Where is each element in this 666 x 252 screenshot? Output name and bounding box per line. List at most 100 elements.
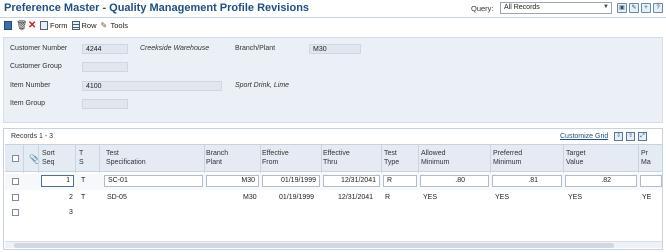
allowed-minimum-cell: YES [423, 194, 438, 201]
effective-from-input[interactable]: 01/19/1999 [262, 175, 320, 187]
col-ts[interactable]: T S [79, 149, 84, 167]
customer-number-field[interactable]: 4244 [82, 44, 128, 54]
item-number-label: Item Number [10, 82, 51, 89]
save-query-icon[interactable]: ▣ [617, 3, 627, 13]
effective-thru-cell: 12/31/2041 [338, 194, 374, 201]
branch-plant-input[interactable]: M30 [206, 175, 259, 187]
target-value-input[interactable]: .82 [565, 175, 637, 187]
table-row[interactable]: 3 [5, 206, 662, 222]
branch-plant-field[interactable]: M30 [309, 44, 361, 54]
grid-header-row: 📎 Sort Seq T S Test Specification Branch… [5, 144, 662, 173]
item-number-field[interactable]: 4100 [82, 81, 222, 91]
delete-button[interactable]: 🗑 [16, 20, 28, 30]
chevron-down-icon: ▼ [603, 4, 609, 10]
row-checkbox[interactable] [12, 209, 19, 216]
column-separator [638, 145, 639, 173]
row-checkbox[interactable] [12, 194, 19, 201]
effective-from-cell: 01/19/1999 [279, 194, 315, 201]
col-test-specification[interactable]: Test Specification [106, 149, 146, 167]
toolbar: 🗑 ✕ Form Row ✎ Tools [0, 19, 666, 32]
branch-plant-cell: M30 [243, 194, 257, 201]
grid-panel: Records 1 - 3 Customize Grid ⇩ ⇧ ⤢ 📎 Sor… [3, 128, 663, 250]
column-separator [75, 145, 76, 173]
save-button[interactable] [4, 21, 12, 30]
column-separator [563, 145, 564, 173]
customer-group-label: Customer Group [10, 63, 62, 70]
effective-thru-input[interactable]: 12/31/2041 [323, 175, 380, 187]
tools-menu-label: Tools [110, 21, 129, 30]
item-group-field[interactable] [82, 99, 128, 109]
customer-name: Creekside Warehouse [140, 45, 210, 52]
header-panel: Customer Number 4244 Creekside Warehouse… [3, 37, 663, 123]
test-type-cell: R [385, 194, 391, 201]
window-title: Preference Master - Quality Management P… [4, 2, 310, 14]
preferred-maximum-cell: YE [642, 194, 652, 201]
item-group-label: Item Group [10, 100, 46, 107]
row-menu[interactable]: Row [71, 21, 97, 30]
form-menu[interactable]: Form [40, 21, 68, 30]
query-select-value: All Records [504, 4, 540, 11]
trash-icon: 🗑 [16, 20, 28, 30]
add-query-icon[interactable]: + [641, 3, 651, 13]
row-checkbox[interactable] [12, 178, 19, 185]
customize-grid-link[interactable]: Customize Grid [560, 133, 608, 140]
preferred-minimum-input[interactable]: .81 [492, 175, 562, 187]
query-label: Query: [471, 4, 494, 13]
edit-query-icon[interactable]: ✎ [629, 3, 639, 13]
ts-cell: T [81, 177, 86, 184]
col-sort-seq[interactable]: Sort Seq [42, 149, 55, 167]
col-effective-from[interactable]: Effective From [262, 149, 289, 167]
query-select[interactable]: All Records ▼ [500, 2, 612, 14]
horizontal-scrollbar[interactable] [5, 241, 662, 248]
branch-plant-label: Branch/Plant [235, 45, 276, 52]
customer-group-field[interactable] [82, 62, 128, 72]
row-icon [71, 21, 80, 30]
records-count: Records 1 - 3 [11, 133, 54, 140]
cancel-button[interactable]: ✕ [28, 20, 37, 31]
preferred-minimum-cell: YES [495, 194, 510, 201]
col-effective-thru[interactable]: Effective Thru [323, 149, 350, 167]
export-icon[interactable]: ⇩ [614, 132, 623, 141]
save-icon [4, 21, 12, 30]
sort-seq-cell: 2 [69, 194, 73, 201]
column-separator [99, 145, 100, 173]
column-separator [23, 145, 24, 173]
select-all-checkbox[interactable] [12, 155, 19, 162]
target-value-cell: YES [568, 194, 583, 201]
test-spec-input[interactable]: SC-01 [104, 175, 203, 187]
grid-actions: ⇩ ⇧ ⤢ [614, 132, 647, 141]
column-separator [260, 145, 261, 173]
import-icon[interactable]: ⇧ [626, 132, 635, 141]
expand-icon[interactable]: ⤢ [638, 132, 647, 141]
row-menu-label: Row [81, 21, 97, 30]
item-description: Sport Drink, Lime [235, 82, 290, 89]
column-separator [38, 145, 39, 173]
help-icon[interactable]: ? [653, 3, 663, 13]
col-target-value[interactable]: Target Value [566, 149, 585, 167]
close-icon: ✕ [28, 20, 37, 31]
wrench-icon: ✎ [100, 21, 108, 30]
col-preferred-minimum[interactable]: Preferred Minimum [493, 149, 522, 167]
col-preferred-maximum[interactable]: Pr Ma [641, 149, 651, 167]
allowed-minimum-input[interactable]: .80 [420, 175, 489, 187]
col-test-type[interactable]: Test Type [384, 149, 399, 167]
preferred-maximum-input[interactable] [640, 175, 662, 187]
table-row[interactable]: 2 T SD-05 M30 01/19/1999 12/31/2041 R YE… [5, 191, 662, 207]
form-icon [40, 21, 48, 30]
query-actions: ▣ ✎ + ? [617, 3, 663, 13]
test-type-input[interactable]: R [383, 175, 417, 187]
col-branch-plant[interactable]: Branch Plant [206, 149, 228, 167]
column-separator [418, 145, 419, 173]
sort-seq-cell: 3 [69, 209, 73, 216]
ts-cell: T [81, 194, 86, 201]
column-separator [490, 145, 491, 173]
test-spec-cell: SD-05 [107, 194, 127, 201]
customer-number-label: Customer Number [10, 45, 68, 52]
column-separator [381, 145, 382, 173]
scrollbar-thumb[interactable] [14, 243, 614, 248]
table-row[interactable]: 1 T SC-01 M30 01/19/1999 12/31/2041 R .8… [5, 174, 662, 190]
title-bar: Preference Master - Quality Management P… [0, 0, 666, 18]
tools-menu[interactable]: ✎ Tools [101, 21, 129, 30]
col-allowed-minimum[interactable]: Allowed Minimum [421, 149, 449, 167]
sort-seq-input[interactable]: 1 [41, 175, 74, 187]
